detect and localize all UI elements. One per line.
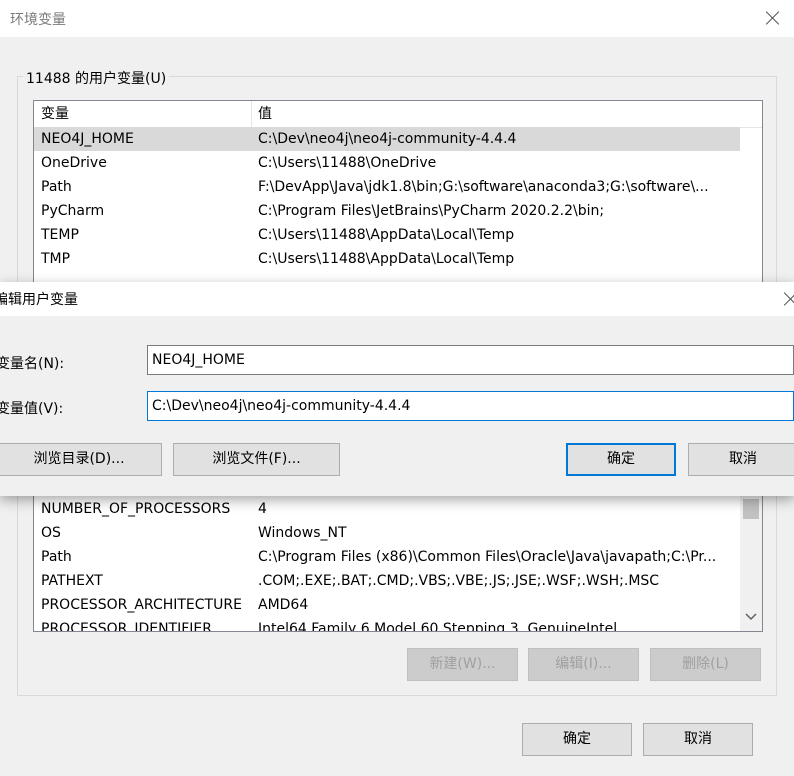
user-vars-list[interactable]: 变量 值 NEO4J_HOME C:\Dev\neo4j\neo4j-commu… bbox=[33, 100, 763, 292]
outer-cancel-button[interactable]: 取消 bbox=[643, 723, 753, 756]
close-icon[interactable] bbox=[783, 291, 794, 307]
scrollbar-thumb[interactable] bbox=[743, 499, 759, 519]
table-row[interactable]: NUMBER_OF_PROCESSORS 4 bbox=[34, 497, 740, 521]
browse-directory-button[interactable]: 浏览目录(D)... bbox=[0, 443, 162, 476]
window-title: 环境变量 bbox=[10, 12, 66, 28]
new-variable-button[interactable]: 新建(W)... bbox=[407, 648, 518, 681]
dialog-title: 编辑用户变量 bbox=[0, 292, 78, 308]
dialog-cancel-button[interactable]: 取消 bbox=[688, 443, 794, 476]
user-vars-group-label: 11488 的用户变量(U) bbox=[23, 68, 170, 88]
table-row[interactable]: NEO4J_HOME C:\Dev\neo4j\neo4j-community-… bbox=[34, 127, 740, 151]
chevron-down-icon[interactable] bbox=[745, 613, 757, 621]
edit-variable-button[interactable]: 编辑(I)... bbox=[528, 648, 639, 681]
table-row[interactable]: TEMP C:\Users\11488\AppData\Local\Temp bbox=[34, 223, 740, 247]
table-row[interactable]: PROCESSOR_IDENTIFIER Intel64 Family 6 Mo… bbox=[34, 617, 740, 631]
column-header-name[interactable]: 变量 bbox=[41, 101, 69, 127]
table-row[interactable]: PATHEXT .COM;.EXE;.BAT;.CMD;.VBS;.VBE;.J… bbox=[34, 569, 740, 593]
dialog-ok-button[interactable]: 确定 bbox=[566, 443, 676, 476]
browse-file-button[interactable]: 浏览文件(F)... bbox=[173, 443, 340, 476]
variable-name-input[interactable]: NEO4J_HOME bbox=[147, 345, 794, 375]
variable-value-input[interactable]: C:\Dev\neo4j\neo4j-community-4.4.4 bbox=[147, 391, 794, 421]
table-row[interactable]: PROCESSOR_ARCHITECTURE AMD64 bbox=[34, 593, 740, 617]
table-row[interactable]: OS Windows_NT bbox=[34, 521, 740, 545]
table-row[interactable]: Path F:\DevApp\Java\jdk1.8\bin;G:\softwa… bbox=[34, 175, 740, 199]
outer-ok-button[interactable]: 确定 bbox=[522, 723, 632, 756]
table-row[interactable]: PyCharm C:\Program Files\JetBrains\PyCha… bbox=[34, 199, 740, 223]
dialog-titlebar: 编辑用户变量 bbox=[0, 282, 794, 316]
user-vars-header: 变量 值 bbox=[34, 101, 762, 128]
column-header-value[interactable]: 值 bbox=[258, 101, 272, 127]
edit-variable-dialog: 编辑用户变量 变量名(N): NEO4J_HOME 变量值(V): C:\Dev… bbox=[0, 282, 794, 496]
table-row[interactable]: TMP C:\Users\11488\AppData\Local\Temp bbox=[34, 247, 740, 271]
close-icon[interactable] bbox=[765, 10, 781, 26]
table-row[interactable]: Path C:\Program Files (x86)\Common Files… bbox=[34, 545, 740, 569]
variable-value-label: 变量值(V): bbox=[0, 401, 64, 417]
variable-name-label: 变量名(N): bbox=[0, 356, 65, 372]
window-titlebar: 环境变量 bbox=[0, 0, 794, 37]
table-row[interactable]: OneDrive C:\Users\11488\OneDrive bbox=[34, 151, 740, 175]
delete-variable-button[interactable]: 删除(L) bbox=[650, 648, 761, 681]
